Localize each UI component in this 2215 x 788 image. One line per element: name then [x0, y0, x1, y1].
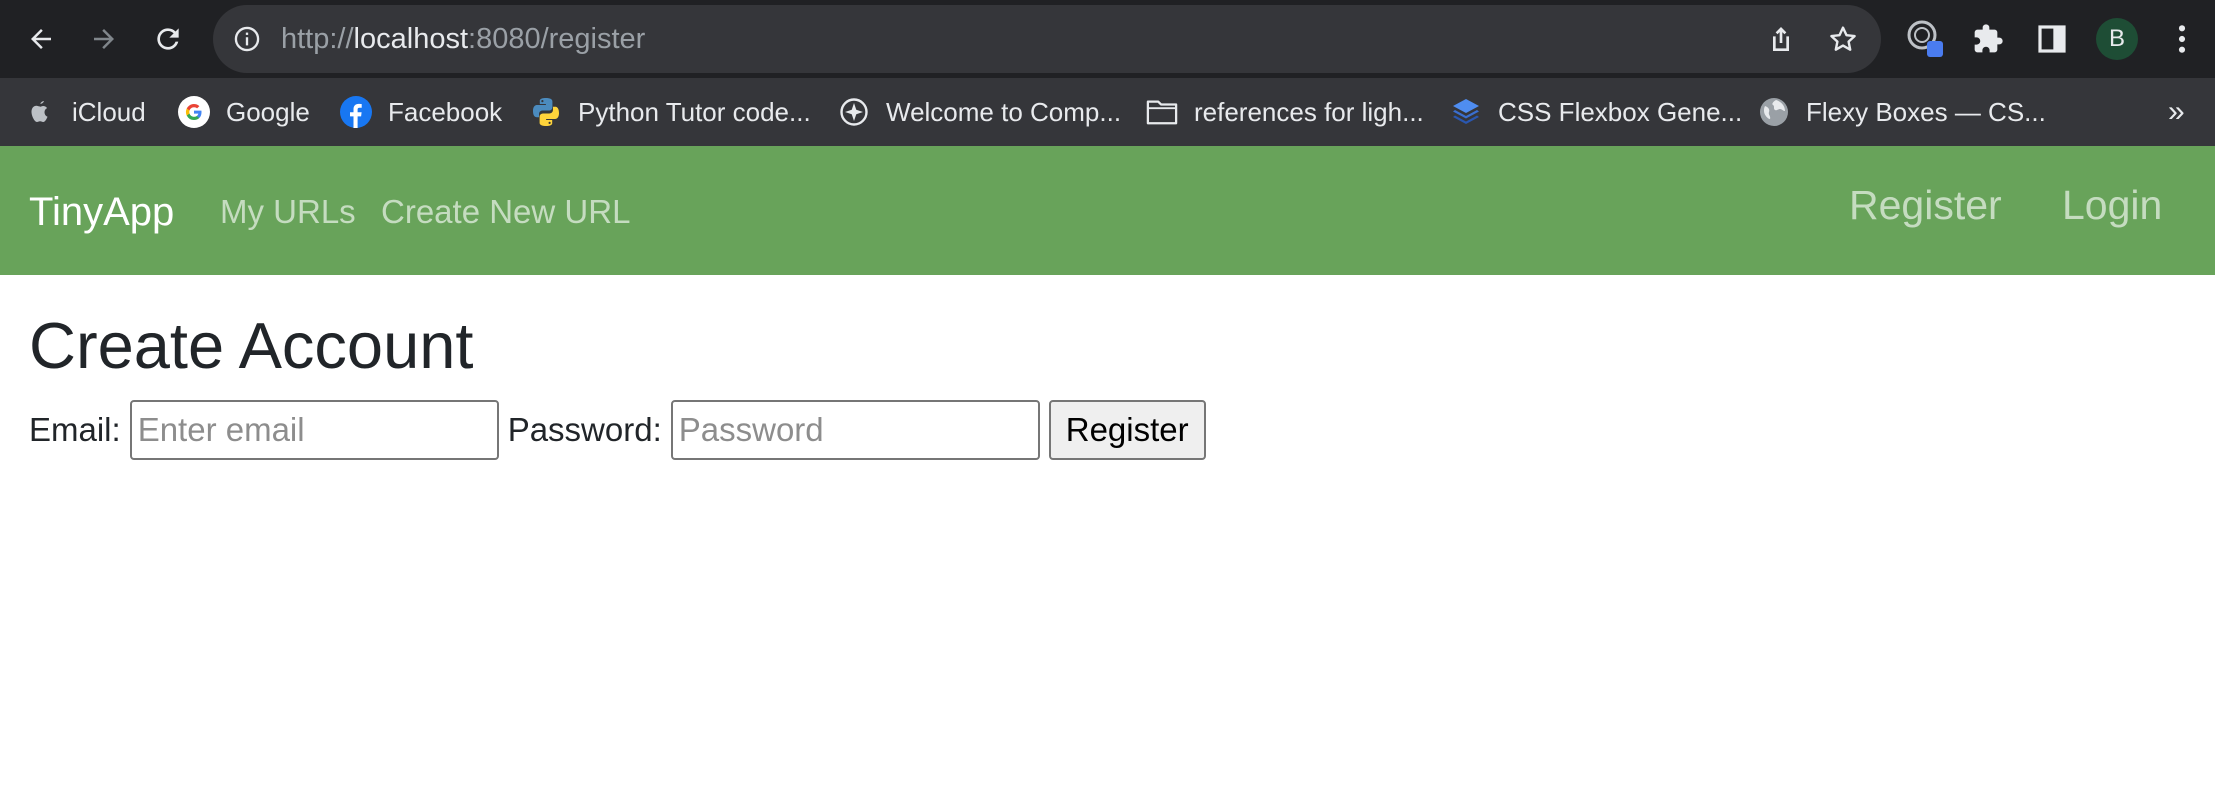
bookmark-label: Facebook [388, 96, 503, 127]
google-icon [178, 96, 210, 128]
bookmark-item[interactable]: CSS Flexbox Gene... [1450, 78, 1742, 146]
brand-link[interactable]: TinyApp [29, 146, 174, 275]
nav-link-my-urls[interactable]: My URLs [220, 146, 356, 275]
side-panel-icon [2038, 25, 2066, 53]
bookmark-label: Welcome to Comp... [886, 96, 1122, 127]
extension-badge-icon [1907, 20, 1943, 57]
bookmark-label: iCloud [72, 96, 146, 127]
bookmark-item[interactable]: Welcome to Comp... [838, 78, 1121, 146]
bookmarks-bar: iCloud Google Facebook Python Tutor code… [0, 78, 2215, 146]
nav-link-create-new-url[interactable]: Create New URL [381, 146, 630, 275]
url-path: :8080/register [468, 23, 646, 55]
browser-toolbar: http://localhost:8080/register B [0, 0, 2215, 78]
bookmark-item[interactable]: Python Tutor code... [530, 78, 811, 146]
password-field[interactable] [670, 400, 1040, 460]
bookmark-item[interactable]: Facebook [340, 78, 502, 146]
reload-icon [157, 28, 179, 50]
nav-link-login[interactable]: Login [2062, 146, 2162, 264]
puzzle-icon [1974, 24, 2003, 53]
password-label: Password: [507, 411, 662, 448]
compass-icon [838, 96, 870, 128]
forward-button[interactable] [80, 15, 128, 63]
bookmark-item[interactable]: iCloud [28, 78, 146, 146]
kebab-menu-icon [2178, 25, 2186, 53]
url-text[interactable]: http://localhost:8080/register [281, 5, 645, 73]
folder-icon [1146, 96, 1178, 128]
share-icon[interactable] [1765, 23, 1797, 55]
register-form: Email: Password: Register [29, 399, 1206, 461]
css-layers-icon [1450, 96, 1482, 128]
bookmark-item[interactable]: Google [178, 78, 310, 146]
nav-link-register[interactable]: Register [1849, 146, 2002, 264]
address-bar[interactable]: http://localhost:8080/register [213, 5, 1881, 73]
info-icon[interactable] [233, 25, 261, 53]
bookmarks-overflow-button[interactable]: » [2168, 78, 2185, 146]
profile-avatar[interactable]: B [2096, 18, 2138, 60]
bookmark-item[interactable]: Flexy Boxes — CS... [1758, 78, 2046, 146]
apple-icon [28, 96, 52, 128]
url-scheme: http:// [281, 23, 354, 55]
email-label: Email: [29, 411, 121, 448]
bookmark-item[interactable]: references for ligh... [1146, 78, 1424, 146]
bookmark-label: CSS Flexbox Gene... [1498, 96, 1743, 127]
facebook-icon [340, 96, 372, 128]
side-panel-button[interactable] [2028, 15, 2076, 63]
bookmark-label: Flexy Boxes — CS... [1806, 96, 2046, 127]
star-icon[interactable] [1827, 23, 1859, 55]
register-submit-button[interactable]: Register [1048, 400, 1206, 460]
arrow-right-icon [94, 29, 114, 49]
extension-button[interactable] [1902, 15, 1950, 63]
bookmark-label: Python Tutor code... [578, 96, 811, 127]
back-button[interactable] [17, 15, 65, 63]
page-title: Create Account [29, 309, 474, 382]
extensions-button[interactable] [1964, 15, 2012, 63]
bookmark-label: Google [226, 96, 310, 127]
python-icon [530, 96, 562, 128]
globe-icon [1758, 96, 1790, 128]
arrow-left-icon [31, 29, 51, 49]
url-host: localhost [353, 23, 469, 55]
bookmark-label: references for ligh... [1194, 96, 1424, 127]
email-field[interactable] [129, 400, 499, 460]
reload-button[interactable] [144, 15, 192, 63]
site-navbar: TinyApp My URLs Create New URL Register … [0, 146, 2215, 275]
menu-button[interactable] [2158, 15, 2206, 63]
